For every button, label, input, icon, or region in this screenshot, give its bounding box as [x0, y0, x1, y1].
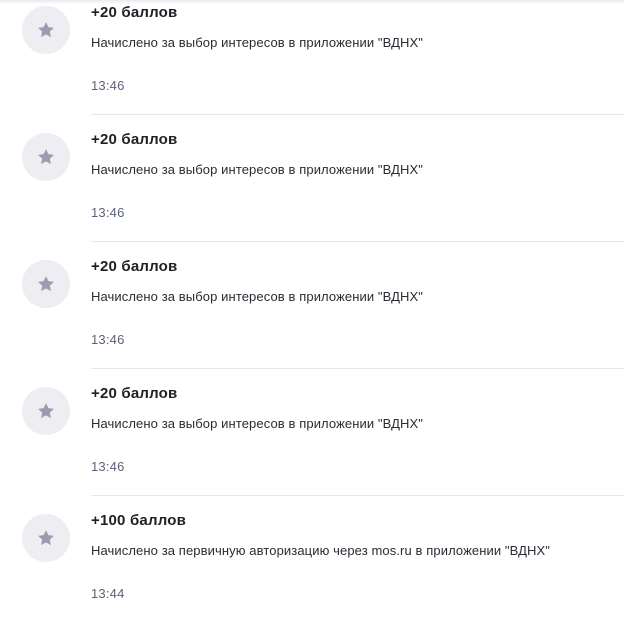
notification-title: +20 баллов — [91, 131, 178, 148]
star-icon — [38, 149, 54, 165]
notification-item[interactable]: +100 баллов Начислено за первичную автор… — [0, 496, 624, 623]
notification-avatar — [22, 260, 70, 308]
notification-item[interactable]: +20 баллов Начислено за выбор интересов … — [0, 0, 624, 115]
notification-description: Начислено за выбор интересов в приложени… — [91, 289, 423, 304]
notification-description: Начислено за выбор интересов в приложени… — [91, 35, 423, 50]
notification-title: +100 баллов — [91, 512, 187, 529]
notification-time: 13:44 — [91, 586, 125, 601]
star-icon — [38, 22, 54, 38]
notification-description: Начислено за выбор интересов в приложени… — [91, 416, 423, 431]
notification-avatar — [22, 514, 70, 562]
star-icon — [38, 276, 54, 292]
notification-item[interactable]: +20 баллов Начислено за выбор интересов … — [0, 115, 624, 242]
notification-avatar — [22, 387, 70, 435]
notification-time: 13:46 — [91, 205, 125, 220]
star-icon — [38, 403, 54, 419]
notification-list: +20 баллов Начислено за выбор интересов … — [0, 0, 624, 623]
notification-time: 13:46 — [91, 78, 125, 93]
notification-item[interactable]: +20 баллов Начислено за выбор интересов … — [0, 369, 624, 496]
notification-avatar — [22, 133, 70, 181]
notification-avatar — [22, 6, 70, 54]
notification-description: Начислено за выбор интересов в приложени… — [91, 162, 423, 177]
notification-description: Начислено за первичную авторизацию через… — [91, 543, 551, 558]
notification-time: 13:46 — [91, 459, 125, 474]
notification-title: +20 баллов — [91, 4, 178, 21]
notification-title: +20 баллов — [91, 385, 178, 402]
notification-title: +20 баллов — [91, 258, 178, 275]
notification-item[interactable]: +20 баллов Начислено за выбор интересов … — [0, 242, 624, 369]
notification-time: 13:46 — [91, 332, 125, 347]
star-icon — [38, 530, 54, 546]
